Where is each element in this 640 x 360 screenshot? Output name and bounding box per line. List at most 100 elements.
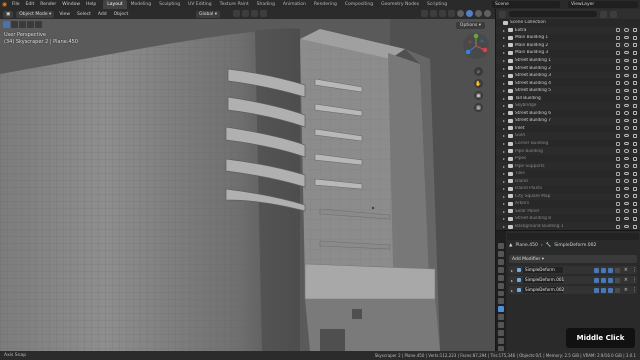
modifier-tab-icon[interactable] xyxy=(498,306,504,313)
outliner-row[interactable]: ▸ Extra xyxy=(496,26,640,35)
eye-icon[interactable] xyxy=(624,81,629,85)
edit-mode-toggle-icon[interactable] xyxy=(593,277,599,283)
viewport-toggle-icon[interactable] xyxy=(600,287,606,293)
eye-icon[interactable] xyxy=(624,103,629,108)
eye-icon[interactable] xyxy=(624,133,629,138)
collapse-arrow-icon[interactable]: ▸ xyxy=(511,288,515,293)
material-shading-icon[interactable] xyxy=(475,10,482,17)
mode-selector[interactable]: Object Mode ▾ xyxy=(16,10,55,18)
camera-icon[interactable] xyxy=(633,179,637,184)
outliner-row[interactable]: ▸ Arbors xyxy=(496,200,640,208)
view-layer-selector[interactable]: ViewLayer xyxy=(568,1,638,8)
camera-icon[interactable] xyxy=(633,201,637,206)
modifier-panel[interactable]: ▸ SimpleDeform × ⋮ xyxy=(509,266,637,274)
tab-sculpting[interactable]: Sculpting xyxy=(155,0,184,9)
tab-rendering[interactable]: Rendering xyxy=(310,0,341,9)
outliner-row[interactable]: ▸ Main Building 3 xyxy=(496,49,640,57)
camera-view-icon[interactable]: ▣ xyxy=(474,91,483,100)
eye-icon[interactable] xyxy=(624,28,629,32)
visibility-icon[interactable] xyxy=(421,10,428,17)
object-tab-icon[interactable] xyxy=(498,298,504,305)
remove-modifier-icon[interactable]: × xyxy=(624,267,628,273)
exclude-checkbox[interactable] xyxy=(616,43,620,48)
eye-icon[interactable] xyxy=(624,43,629,47)
eye-icon[interactable] xyxy=(624,216,629,221)
scene-selector[interactable]: Scene xyxy=(492,1,560,8)
outliner-row[interactable]: ▸ Street Building 4 xyxy=(496,79,640,87)
eye-icon[interactable] xyxy=(624,186,629,191)
pivot-icon[interactable] xyxy=(233,10,240,17)
tab-scripting[interactable]: Scripting xyxy=(423,0,451,9)
drag-handle-icon[interactable]: ⋮ xyxy=(632,287,637,293)
menu-file[interactable]: File xyxy=(9,2,23,7)
exclude-checkbox[interactable] xyxy=(616,66,620,71)
eye-icon[interactable] xyxy=(624,58,629,62)
menu-object[interactable]: Object xyxy=(112,12,131,17)
modifier-panel[interactable]: ▸ SimpleDeform.002 × ⋮ xyxy=(509,286,637,294)
camera-icon[interactable] xyxy=(633,103,637,108)
properties-search[interactable] xyxy=(507,233,639,240)
data-tab-icon[interactable] xyxy=(498,338,504,344)
camera-icon[interactable] xyxy=(633,58,637,63)
edit-mode-toggle-icon[interactable] xyxy=(593,267,599,273)
exclude-checkbox[interactable] xyxy=(616,81,620,86)
render-toggle-icon[interactable] xyxy=(607,277,613,283)
eye-icon[interactable] xyxy=(624,171,629,176)
modifier-name-field[interactable]: SimpleDeform.001 xyxy=(523,277,564,283)
exclude-checkbox[interactable] xyxy=(616,88,620,93)
add-modifier-button[interactable]: Add Modifier ▾ xyxy=(509,255,637,263)
exclude-checkbox[interactable] xyxy=(616,171,620,176)
eye-icon[interactable] xyxy=(624,224,629,229)
camera-icon[interactable] xyxy=(633,88,637,93)
exclude-checkbox[interactable] xyxy=(616,186,620,191)
snap-icon[interactable] xyxy=(242,10,249,17)
camera-icon[interactable] xyxy=(633,28,637,33)
exclude-checkbox[interactable] xyxy=(616,179,620,184)
tab-layout[interactable]: Layout xyxy=(103,0,127,9)
modifier-name-field[interactable]: SimpleDeform xyxy=(523,267,563,273)
exclude-checkbox[interactable] xyxy=(616,209,620,214)
outliner-row[interactable]: ▸ Street Building 3 xyxy=(496,71,640,80)
outliner-row[interactable]: ▸ Main Building 1 xyxy=(496,34,640,42)
outliner-row[interactable]: ▸ Island Plants xyxy=(496,185,640,193)
outliner-row[interactable]: ▸ Skybridge xyxy=(496,102,640,110)
options-button[interactable]: Options ▾ xyxy=(455,22,485,29)
world-tab-icon[interactable] xyxy=(498,282,504,289)
eye-icon[interactable] xyxy=(624,164,629,168)
outliner-row[interactable]: ▸ Pipe Building xyxy=(496,147,640,155)
outliner-row[interactable]: ▸ Street Building 5 xyxy=(496,86,640,95)
camera-icon[interactable] xyxy=(633,126,637,131)
exclude-checkbox[interactable] xyxy=(616,96,620,101)
exclude-checkbox[interactable] xyxy=(616,149,620,154)
camera-icon[interactable] xyxy=(633,224,637,229)
camera-icon[interactable] xyxy=(633,216,637,221)
eye-icon[interactable] xyxy=(624,209,629,213)
exclude-checkbox[interactable] xyxy=(616,103,620,108)
outliner-row[interactable]: ▸ Solar Panel xyxy=(496,207,640,216)
eye-icon[interactable] xyxy=(624,201,629,206)
snap-target-icon[interactable] xyxy=(251,10,258,17)
scene-tab-icon[interactable] xyxy=(498,274,504,281)
render-tab-icon[interactable] xyxy=(498,250,504,257)
exclude-checkbox[interactable] xyxy=(616,118,620,123)
overlays-icon[interactable] xyxy=(439,10,446,17)
outliner-row[interactable]: ▸ Island xyxy=(496,177,640,186)
viewport-toggle-icon[interactable] xyxy=(600,267,606,273)
tab-shading[interactable]: Shading xyxy=(253,0,279,9)
menu-window[interactable]: Window xyxy=(59,2,83,7)
exclude-checkbox[interactable] xyxy=(616,58,620,63)
view-layer-tab-icon[interactable] xyxy=(498,266,504,273)
filter-icon[interactable] xyxy=(600,10,607,18)
remove-modifier-icon[interactable]: × xyxy=(624,287,628,293)
camera-icon[interactable] xyxy=(633,73,637,78)
particles-tab-icon[interactable] xyxy=(498,314,504,321)
perspective-toggle-icon[interactable]: ▦ xyxy=(474,103,483,112)
output-tab-icon[interactable] xyxy=(498,258,504,265)
exclude-checkbox[interactable] xyxy=(616,194,620,199)
exclude-checkbox[interactable] xyxy=(616,50,620,55)
outliner-row[interactable]: ▸ Tall Building xyxy=(496,94,640,102)
render-toggle-icon[interactable] xyxy=(607,267,613,273)
blender-logo-icon[interactable]: ◉ xyxy=(0,0,9,9)
outliner-row[interactable]: ▸ Tiles xyxy=(496,170,640,178)
outliner-search-input[interactable] xyxy=(509,11,597,17)
